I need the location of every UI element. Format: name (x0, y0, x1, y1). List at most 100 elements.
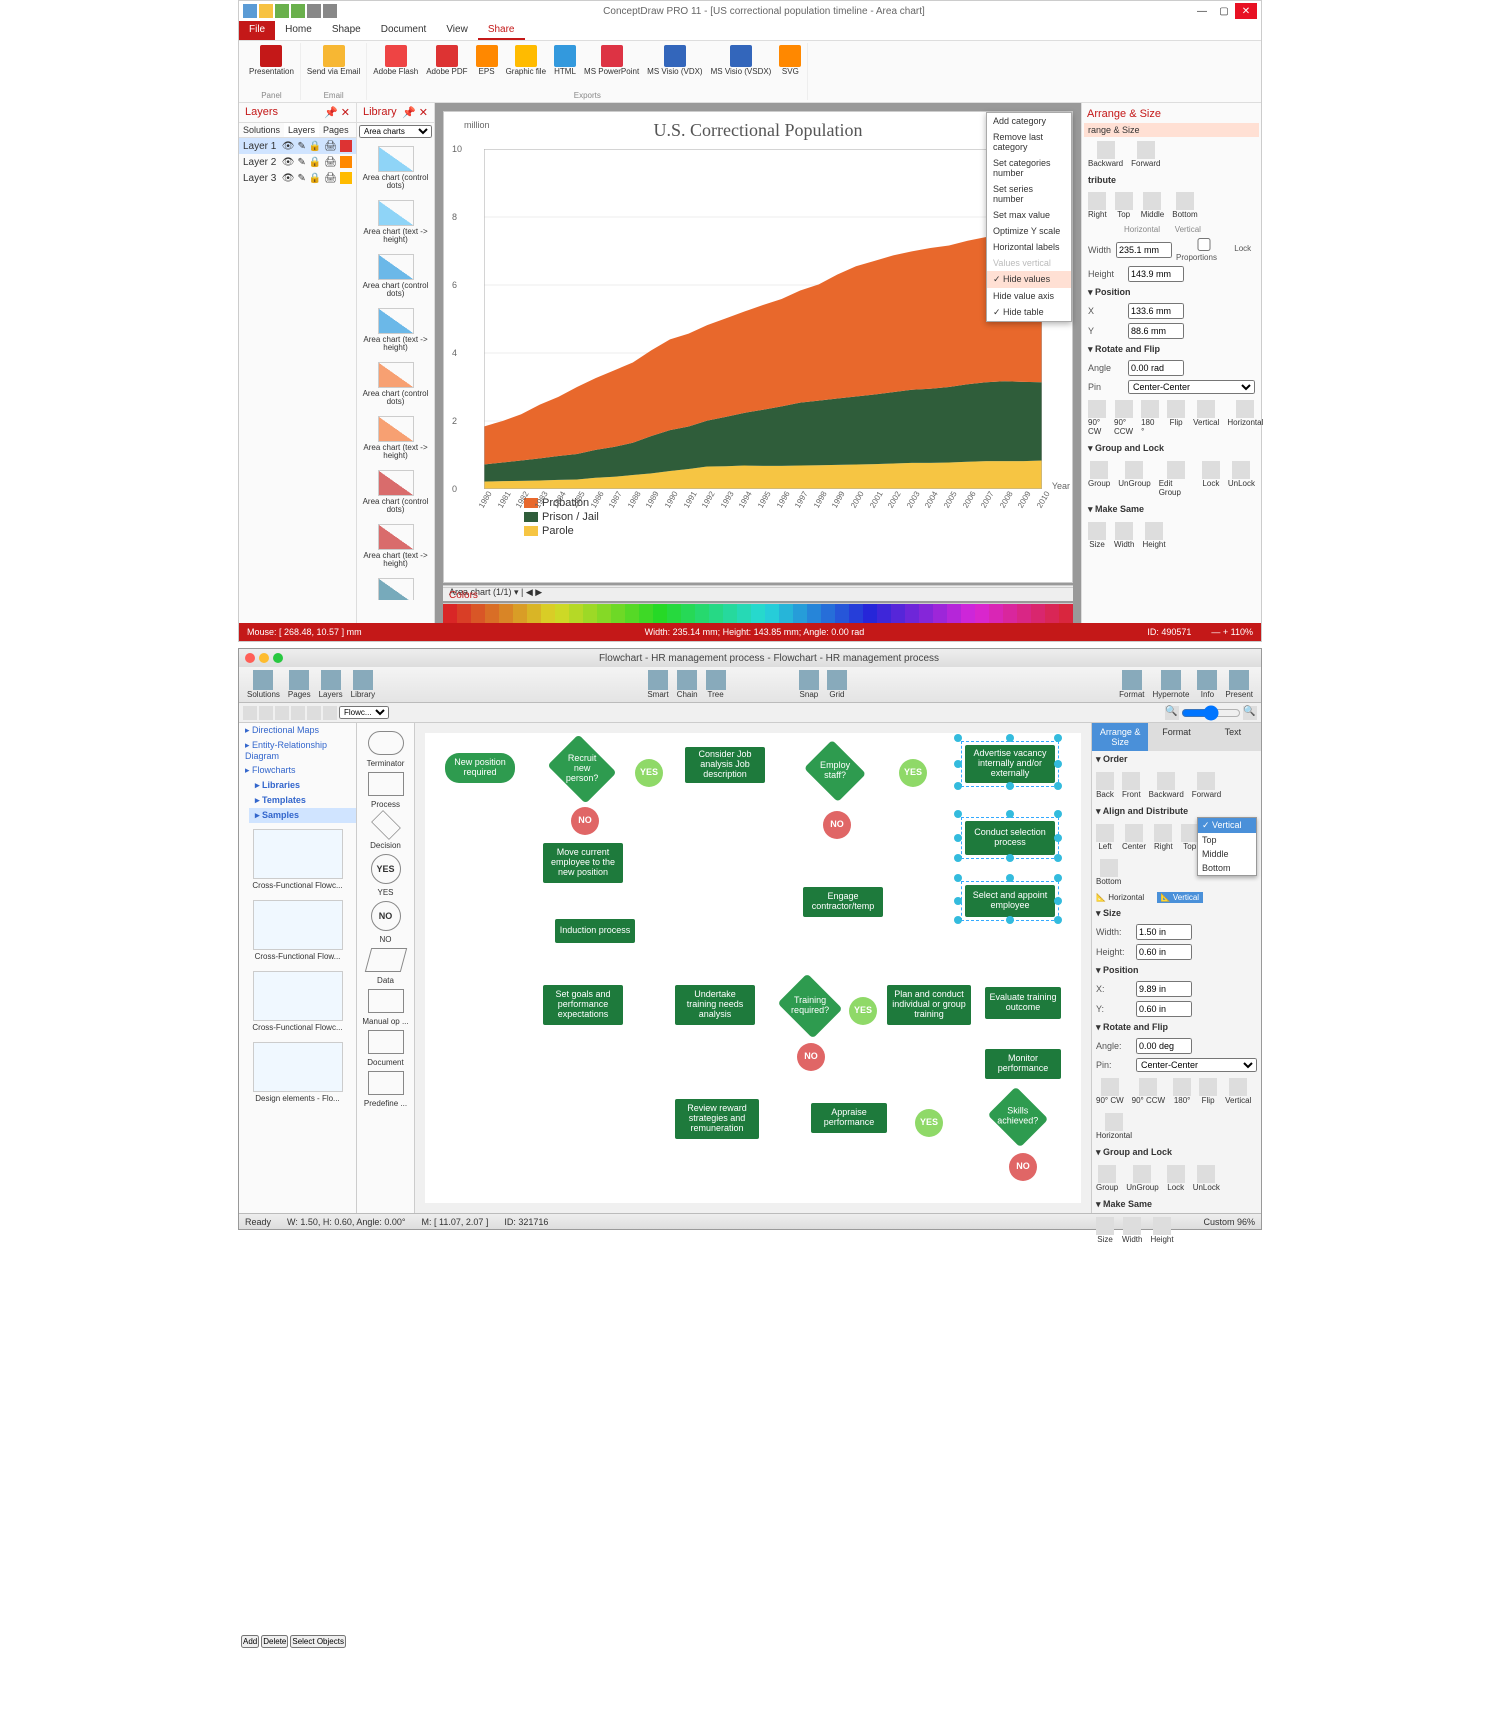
shape-process[interactable]: Process (357, 772, 414, 809)
zoom-dot[interactable] (273, 653, 283, 663)
color-swatch[interactable] (499, 604, 513, 623)
qat-save-icon[interactable] (259, 4, 273, 18)
flowchart-node[interactable]: YES (635, 759, 663, 787)
color-swatch[interactable] (877, 604, 891, 623)
color-swatch[interactable] (443, 604, 457, 623)
flowchart-node[interactable]: NO (1009, 1153, 1037, 1181)
zoom-slider[interactable] (1181, 705, 1241, 721)
tab-file[interactable]: File (239, 21, 275, 40)
ms-powerpoint-button[interactable]: MS PowerPoint (582, 43, 641, 78)
flowchart-canvas[interactable]: New position requiredRecruit new person?… (415, 723, 1091, 1213)
makesame-height-button[interactable]: Height (1150, 1217, 1173, 1244)
library-item[interactable]: Area chart (control dots) (357, 140, 434, 194)
flowchart-node[interactable]: Appraise performance (811, 1103, 887, 1133)
rotate-horizontal-button[interactable]: Horizontal (1227, 400, 1263, 436)
solutions-button[interactable]: Solutions (247, 670, 280, 699)
flowchart-node[interactable]: YES (915, 1109, 943, 1137)
solution-thumbnail[interactable]: Design elements - Flo... (239, 1036, 356, 1107)
ellipse-tool-icon[interactable] (275, 706, 289, 720)
vertical-align-dropdown[interactable]: ✓ Vertical Top Middle Bottom (1197, 817, 1257, 876)
color-swatch[interactable] (597, 604, 611, 623)
menu-item-set-series-number[interactable]: Set series number (987, 181, 1071, 207)
flowchart-node[interactable]: Plan and conduct individual or group tra… (887, 985, 971, 1025)
adobe-pdf-button[interactable]: Adobe PDF (424, 43, 469, 78)
color-swatch[interactable] (919, 604, 933, 623)
color-swatches[interactable] (443, 603, 1073, 623)
makesame-size-button[interactable]: Size (1088, 522, 1106, 549)
layer-row[interactable]: Layer 1👁✎🔒🖨 (239, 138, 356, 154)
rect-tool-icon[interactable] (259, 706, 273, 720)
color-swatch[interactable] (653, 604, 667, 623)
makesame-size-button[interactable]: Size (1096, 1217, 1114, 1244)
flowchart-node[interactable]: Move current employee to the new positio… (543, 843, 623, 883)
shape-document[interactable]: Document (357, 1030, 414, 1067)
rotate-flip-button[interactable]: Flip (1167, 400, 1185, 436)
y-input[interactable] (1136, 1001, 1192, 1017)
shape-lib-select[interactable]: Flowc... (339, 706, 389, 719)
makesame-width-button[interactable]: Width (1122, 1217, 1142, 1244)
ms-visio-(vdx)-button[interactable]: MS Visio (VDX) (645, 43, 704, 78)
adobe-flash-button[interactable]: Adobe Flash (371, 43, 420, 78)
color-swatch[interactable] (1059, 604, 1073, 623)
color-swatch[interactable] (737, 604, 751, 623)
tab-home[interactable]: Home (275, 21, 322, 40)
color-swatch[interactable] (541, 604, 555, 623)
layers-subtab-pages[interactable]: Pages (319, 123, 353, 137)
shape-data[interactable]: Data (357, 948, 414, 985)
flowchart-node[interactable]: Select and appoint employee (965, 885, 1055, 917)
color-swatch[interactable] (639, 604, 653, 623)
color-swatch[interactable] (1031, 604, 1045, 623)
color-swatch[interactable] (961, 604, 975, 623)
color-swatch[interactable] (457, 604, 471, 623)
qat-search-icon[interactable] (323, 4, 337, 18)
dist-right-button[interactable]: Right (1088, 192, 1107, 219)
html-button[interactable]: HTML (552, 43, 578, 78)
rotate-90-cw-button[interactable]: 90° CW (1096, 1078, 1124, 1105)
minimize-button[interactable]: — (1191, 3, 1213, 19)
order-backward-button[interactable]: Backward (1149, 772, 1184, 799)
flowchart-node[interactable]: NO (797, 1043, 825, 1071)
rotate-vertical-button[interactable]: Vertical (1193, 400, 1219, 436)
dist-bottom-button[interactable]: Bottom (1172, 192, 1197, 219)
menu-item-set-categories-number[interactable]: Set categories number (987, 155, 1071, 181)
panel-tab-text[interactable]: Text (1205, 723, 1261, 751)
shape-manual-op-[interactable]: Manual op ... (357, 989, 414, 1026)
presentation-button[interactable]: Presentation (247, 43, 296, 78)
flowchart-node[interactable]: Conduct selection process (965, 821, 1055, 855)
menu-item-hide-value-axis[interactable]: Hide value axis (987, 288, 1071, 304)
grid-button[interactable]: Grid (827, 670, 847, 699)
snap-button[interactable]: Snap (799, 670, 819, 699)
color-swatch[interactable] (947, 604, 961, 623)
ms-visio-(vsdx)-button[interactable]: MS Visio (VSDX) (709, 43, 774, 78)
color-swatch[interactable] (751, 604, 765, 623)
info-button[interactable]: Info (1197, 670, 1217, 699)
flowchart-node[interactable]: Undertake training needs analysis (675, 985, 755, 1025)
group-group-button[interactable]: Group (1088, 461, 1110, 497)
color-swatch[interactable] (891, 604, 905, 623)
flowchart-node[interactable]: YES (849, 997, 877, 1025)
rotate-180--button[interactable]: 180° (1173, 1078, 1191, 1105)
pin-select[interactable]: Center-Center (1136, 1058, 1257, 1072)
width-input[interactable] (1136, 924, 1192, 940)
height-input[interactable] (1136, 944, 1192, 960)
pin-icon[interactable]: 📌 ✕ (324, 106, 350, 119)
align-top-button[interactable]: Top (1181, 824, 1199, 851)
pin-select[interactable]: Center-Center (1128, 380, 1255, 394)
tree-item[interactable]: ▸ Entity-Relationship Diagram (239, 738, 356, 763)
color-swatch[interactable] (793, 604, 807, 623)
send-via-email-button[interactable]: Send via Email (305, 43, 362, 78)
rotate-180--button[interactable]: 180 ° (1141, 400, 1159, 436)
line-tool-icon[interactable] (291, 706, 305, 720)
color-swatch[interactable] (667, 604, 681, 623)
menu-item-hide-values[interactable]: ✓ Hide values (987, 271, 1071, 288)
pin-icon[interactable]: 📌 ✕ (402, 106, 428, 119)
tab-share[interactable]: Share (478, 21, 525, 40)
qat-new-icon[interactable] (243, 4, 257, 18)
tree-sub-item[interactable]: ▸ Libraries (249, 778, 356, 793)
group-ungroup-button[interactable]: UnGroup (1126, 1165, 1158, 1192)
library-item[interactable]: Area chart - serial (357, 572, 434, 600)
angle-input[interactable] (1136, 1038, 1192, 1054)
color-swatch[interactable] (905, 604, 919, 623)
color-swatch[interactable] (681, 604, 695, 623)
order-forward-button[interactable]: Forward (1131, 141, 1160, 168)
